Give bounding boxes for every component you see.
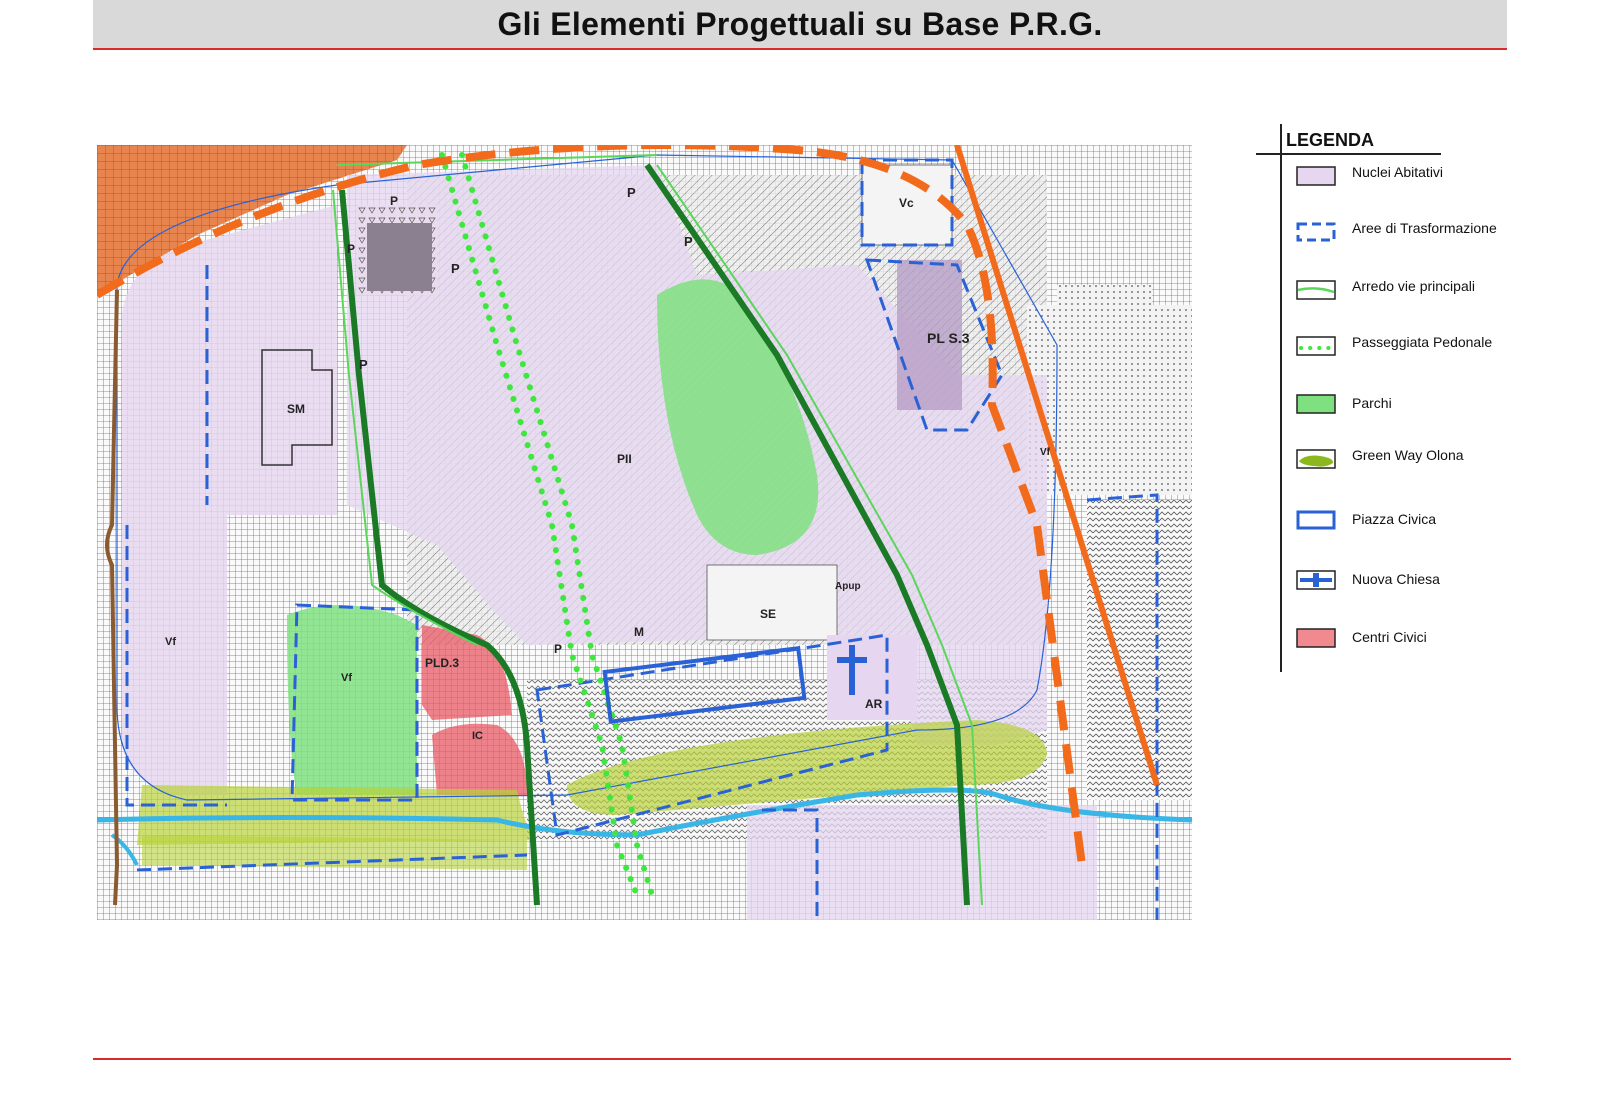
plot-white-ne: [1057, 285, 1152, 385]
legend-item-aree-trasformazione: Aree di Trasformazione: [1296, 220, 1497, 262]
label-ar: AR: [865, 697, 883, 711]
label-ic: IC: [472, 730, 483, 742]
label-p: P: [627, 185, 636, 200]
legend-item-piazza-civica: Piazza Civica: [1296, 510, 1496, 550]
label-sm: SM: [287, 402, 305, 416]
green-way-olona-south: [142, 835, 527, 870]
blue-outline-box-icon: [1296, 510, 1336, 530]
legend-vertical-rule: [1280, 124, 1282, 672]
legend-item-green-way: Green Way Olona: [1296, 447, 1496, 489]
legend-horizontal-rule: [1256, 153, 1441, 155]
label-apup: Apup: [835, 581, 861, 592]
label-vf-west: Vf: [165, 636, 176, 648]
legend-label: Nuclei Abitativi: [1352, 164, 1444, 180]
building-block: [367, 223, 432, 291]
green-dotted-line-icon: [1296, 336, 1336, 356]
lilac-filled-box-icon: [1296, 166, 1336, 186]
legend-item-centri-civici: Centri Civici: [1296, 628, 1496, 668]
label-vc: Vc: [899, 196, 914, 210]
wave-block-southeast: [1087, 500, 1192, 800]
legend-label: Arredo vie principali: [1352, 278, 1475, 294]
blue-cross-icon: [1296, 570, 1336, 590]
green-filled-box-icon: [1296, 394, 1336, 414]
legend-item-nuova-chiesa: Nuova Chiesa: [1296, 570, 1496, 610]
legend-item-parchi: Parchi: [1296, 394, 1496, 434]
legend-title: LEGENDA: [1286, 130, 1375, 150]
label-pld3: PLD.3: [425, 656, 459, 670]
legend-label: Piazza Civica: [1352, 511, 1437, 527]
nuclei-abitativi-south: [747, 805, 1097, 920]
legend-label: Aree di Trasformazione: [1352, 220, 1497, 236]
prg-map: Vc P P P P P P SM PII Vf Vf PLD.3 IC SE …: [97, 145, 1192, 920]
olive-blob-icon: [1296, 449, 1336, 469]
green-line-icon: [1296, 280, 1336, 300]
plot-se: [706, 564, 838, 641]
label-p: P: [451, 261, 460, 276]
label-p: P: [554, 642, 562, 656]
legend-item-nuclei-abitativi: Nuclei Abitativi: [1296, 164, 1496, 206]
label-se: SE: [760, 607, 776, 621]
legend-label: Centri Civici: [1352, 629, 1427, 645]
red-filled-box-icon: [1296, 628, 1336, 648]
label-vf-east: Vf: [1040, 447, 1051, 458]
legend: LEGENDA Nuclei Abitativi Aree di Trasfor…: [1256, 124, 1497, 674]
legend-item-passeggiata: Passeggiata Pedonale: [1296, 334, 1496, 376]
legend-label: Nuova Chiesa: [1352, 571, 1440, 587]
label-pii: PII: [617, 452, 632, 466]
label-p: P: [684, 234, 693, 249]
park-vf: [287, 605, 417, 795]
label-p: P: [390, 194, 398, 208]
legend-label: Passeggiata Pedonale: [1352, 334, 1493, 350]
label-p: P: [359, 357, 368, 372]
legend-item-arredo-vie: Arredo vie principali: [1296, 278, 1496, 320]
bottom-rule: [93, 1058, 1511, 1060]
label-p: P: [347, 242, 355, 256]
label-m: M: [634, 625, 644, 639]
legend-label: Parchi: [1352, 395, 1392, 411]
label-pls3: PL S.3: [927, 330, 970, 346]
title-bar: Gli Elementi Progettuali su Base P.R.G.: [93, 0, 1507, 50]
page-title: Gli Elementi Progettuali su Base P.R.G.: [497, 6, 1103, 42]
legend-label: Green Way Olona: [1352, 447, 1464, 463]
label-vf-park: Vf: [341, 672, 352, 684]
blue-dashed-box-icon: [1296, 222, 1336, 242]
